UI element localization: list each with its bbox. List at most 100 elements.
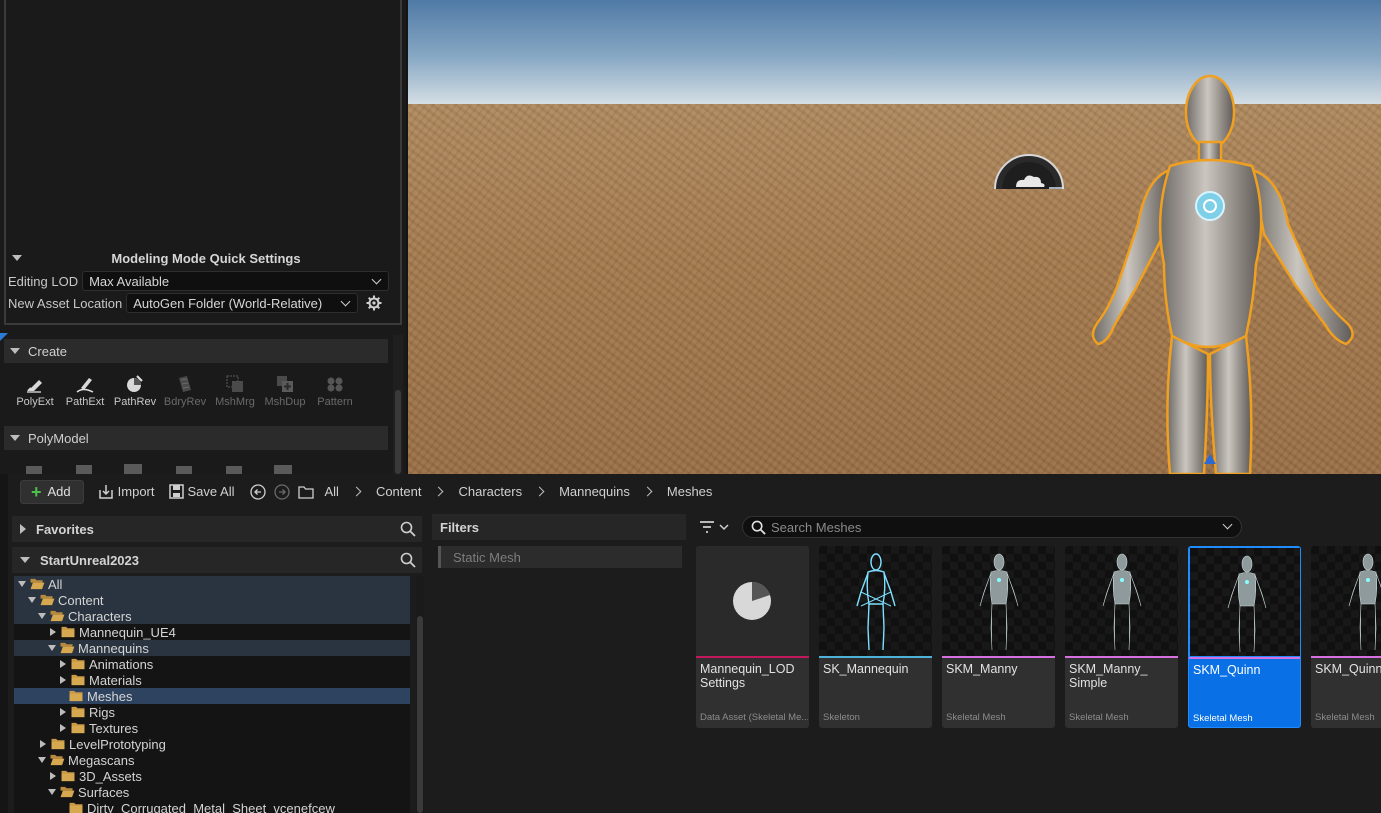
breadcrumb-content[interactable]: Content [376, 484, 422, 499]
tool-mshdup[interactable]: MshDup [260, 374, 310, 408]
add-button[interactable]: + Add [20, 479, 84, 504]
collapse-arrow-icon[interactable] [18, 581, 26, 587]
collapse-arrow-icon[interactable] [28, 597, 36, 603]
expand-arrow-icon[interactable] [40, 740, 46, 748]
asset-name: SKM_Manny_ Simple [1069, 662, 1148, 690]
import-button[interactable]: Import [98, 484, 155, 500]
tool-label: PathRev [113, 396, 157, 408]
asset-tile[interactable]: SKM_Manny Skeletal Mesh [942, 546, 1055, 728]
chevron-right-icon[interactable] [351, 486, 362, 497]
tool-bdryrev[interactable]: BdryRev [160, 374, 210, 408]
expand-arrow-icon[interactable] [60, 660, 66, 668]
tree-item[interactable]: Mannequins [14, 640, 410, 656]
tool-pathext[interactable]: PathExt [60, 374, 110, 408]
editing-lod-dropdown[interactable]: Max Available [82, 271, 390, 291]
folder-tree: All Content Characters Mannequin_UE4 Mannequ… [14, 576, 410, 813]
tree-item[interactable]: Megascans [14, 752, 410, 768]
asset-tile[interactable]: SKM_Manny_ Simple Skeletal Mesh [1065, 546, 1178, 728]
mesh-merge-icon [226, 375, 243, 392]
collapse-arrow-icon[interactable] [48, 789, 56, 795]
asset-tile[interactable]: SK_Mannequin Skeleton [819, 546, 932, 728]
tool-label: MshDup [264, 396, 306, 408]
breadcrumb-all[interactable]: All [324, 484, 338, 499]
sky-light-icon[interactable] [994, 153, 1064, 189]
tool-mshmrg[interactable]: MshMrg [210, 374, 260, 408]
expand-arrow-icon[interactable] [50, 628, 56, 636]
search-icon[interactable] [400, 521, 416, 537]
tree-item[interactable]: Textures [14, 720, 410, 736]
folder-icon[interactable] [298, 485, 315, 499]
mannequin-character[interactable] [1058, 74, 1368, 474]
filter-dropdown-icon[interactable] [698, 519, 734, 535]
asset-tile[interactable]: SKM_Quinn_S Skeletal Mesh [1311, 546, 1381, 728]
tree-item[interactable]: Mannequin_UE4 [14, 624, 410, 640]
level-viewport[interactable] [408, 0, 1381, 474]
tree-item[interactable]: Characters [14, 608, 410, 624]
chevron-right-icon[interactable] [534, 486, 545, 497]
collapse-arrow-icon[interactable] [38, 757, 46, 763]
quick-settings-header[interactable]: Modeling Mode Quick Settings [10, 249, 390, 267]
chevron-down-icon [371, 274, 382, 285]
tree-item-label: Materials [89, 672, 142, 688]
panel-scrollbar[interactable] [393, 335, 403, 474]
favorites-label: Favorites [36, 521, 94, 537]
back-icon[interactable] [250, 483, 267, 500]
tree-item[interactable]: Surfaces [14, 784, 410, 800]
tree-item[interactable]: All [14, 576, 410, 592]
expand-arrow-icon[interactable] [60, 724, 66, 732]
tree-item[interactable]: Animations [14, 656, 410, 672]
breadcrumb-meshes[interactable]: Meshes [667, 484, 713, 499]
search-icon[interactable] [400, 552, 416, 568]
expand-arrow-icon[interactable] [50, 772, 56, 780]
path-extrude-icon [76, 378, 94, 393]
create-section-header[interactable]: Create [4, 339, 388, 363]
new-asset-location-dropdown[interactable]: AutoGen Folder (World-Relative) [126, 293, 359, 313]
sources-panel: Favorites StartUnreal2023 All Content Char… [12, 514, 426, 813]
asset-tile[interactable]: Mannequin_LOD Settings Data Asset (Skelet… [696, 546, 809, 728]
tree-item[interactable]: LevelPrototyping [14, 736, 410, 752]
import-button-label: Import [117, 484, 155, 499]
tree-item[interactable]: Materials [14, 672, 410, 688]
expand-arrow-icon[interactable] [60, 708, 66, 716]
tree-item-label: 3D_Assets [79, 768, 142, 784]
asset-search-input[interactable]: Search Meshes [742, 516, 1242, 538]
scrollbar-thumb[interactable] [395, 390, 401, 474]
breadcrumb-characters[interactable]: Characters [458, 484, 522, 499]
tree-item[interactable]: Rigs [14, 704, 410, 720]
tree-item[interactable]: 3D_Assets [14, 768, 410, 784]
chevron-right-icon[interactable] [434, 486, 444, 497]
tree-item[interactable]: Meshes [14, 688, 410, 704]
collapse-arrow-icon[interactable] [38, 613, 46, 619]
folder-icon [61, 770, 75, 782]
asset-name: SKM_Quinn_S [1315, 662, 1381, 676]
expand-arrow-icon[interactable] [60, 676, 66, 684]
project-header[interactable]: StartUnreal2023 [12, 547, 422, 573]
save-icon [168, 484, 184, 499]
gear-icon[interactable] [366, 295, 382, 311]
forward-icon[interactable] [274, 483, 291, 500]
collapse-arrow-icon[interactable] [48, 645, 56, 651]
asset-tile[interactable]: SKM_Quinn Skeletal Mesh [1188, 546, 1301, 728]
breadcrumb-mannequins[interactable]: Mannequins [559, 484, 630, 499]
collapse-arrow-icon[interactable] [12, 255, 22, 261]
collapse-arrow-icon [20, 557, 30, 563]
favorites-header[interactable]: Favorites [12, 516, 422, 542]
tool-pathrev[interactable]: PathRev [110, 374, 160, 408]
chevron-right-icon[interactable] [642, 486, 653, 497]
tree-item[interactable]: Content [14, 592, 410, 608]
asset-type: Skeleton [823, 712, 860, 723]
filter-static-mesh[interactable]: Static Mesh [438, 546, 682, 568]
tree-item[interactable]: Dirty_Corrugated_Metal_Sheet_vcenefcew [14, 800, 410, 813]
save-all-button[interactable]: Save All [168, 484, 234, 499]
tree-scrollbar[interactable] [416, 576, 424, 813]
editing-lod-label: Editing LOD [8, 273, 79, 289]
tool-polyext[interactable]: PolyExt [10, 374, 60, 408]
quick-settings-title: Modeling Mode Quick Settings [111, 250, 301, 266]
scrollbar-thumb[interactable] [417, 616, 423, 813]
search-placeholder: Search Meshes [771, 519, 862, 535]
tool-pattern[interactable]: Pattern [310, 374, 360, 408]
folder-open-icon [40, 594, 55, 606]
chevron-down-icon[interactable] [1222, 519, 1233, 530]
skeleton-preview-icon [856, 553, 896, 651]
polymodel-section-header[interactable]: PolyModel [4, 426, 388, 450]
